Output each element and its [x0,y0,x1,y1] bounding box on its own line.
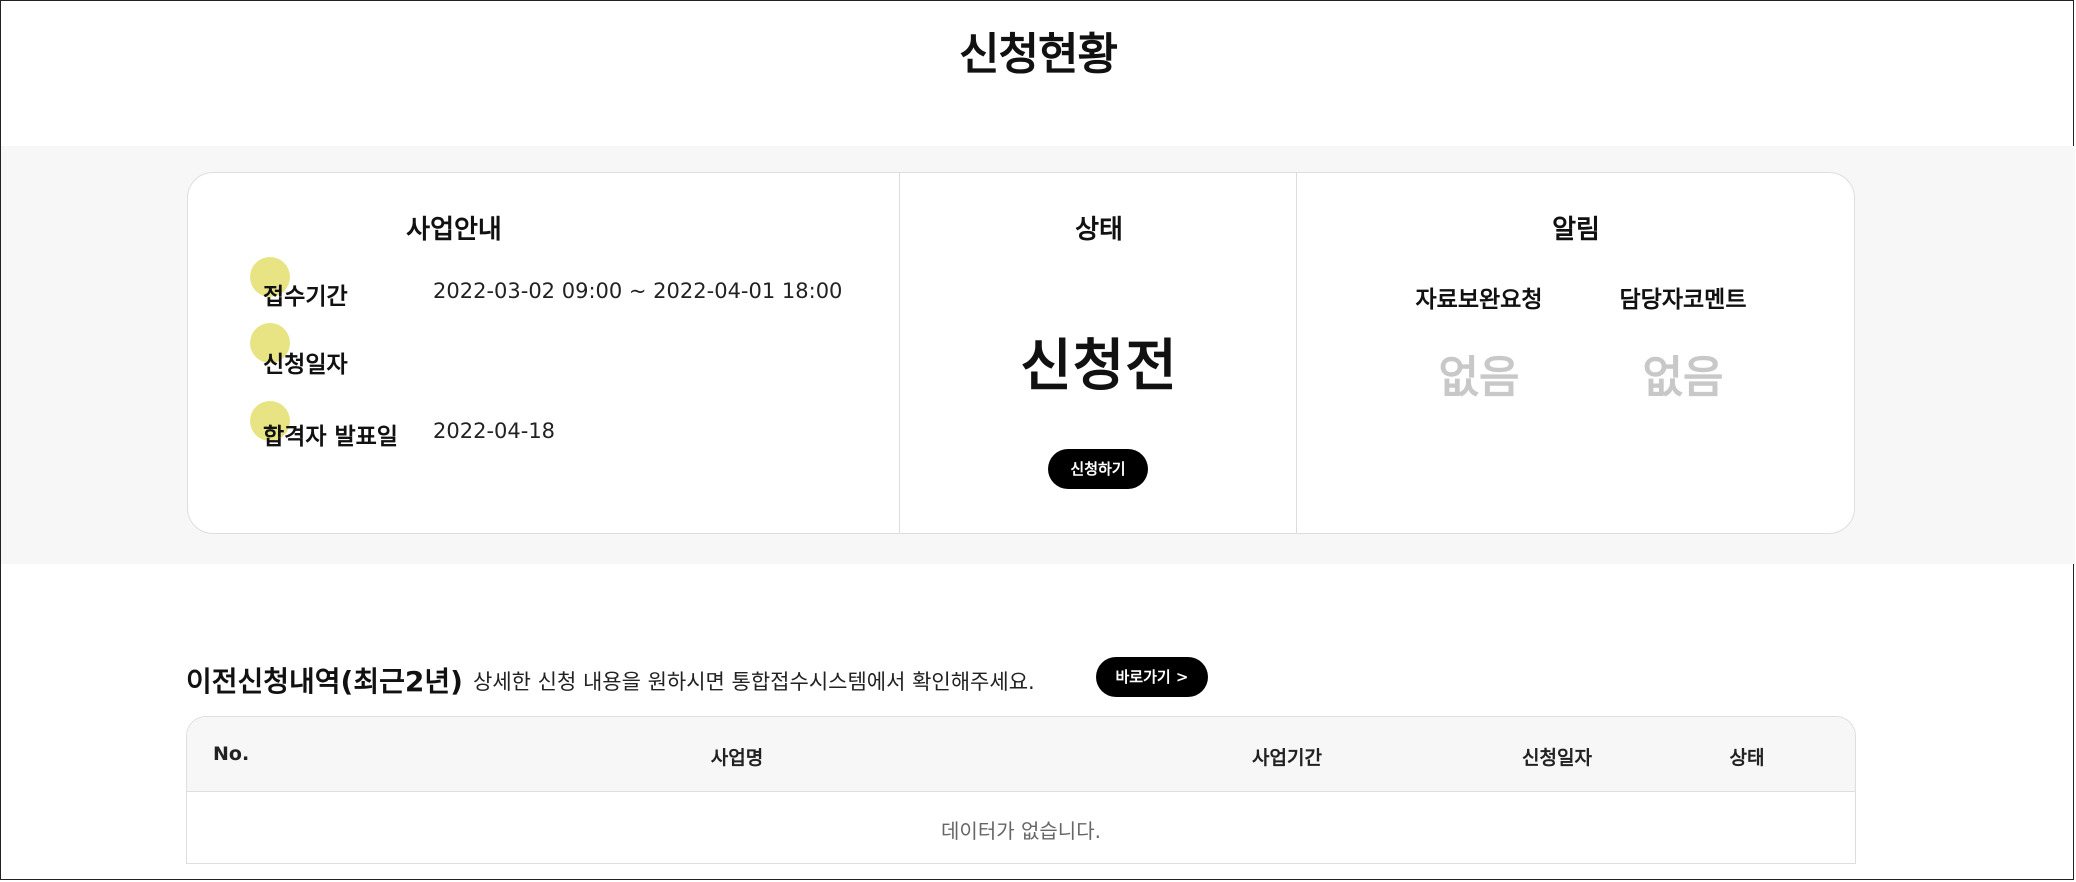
column-header-business-period: 사업기간 [1252,747,1322,769]
apply-button[interactable]: 신청하기 [1048,449,1148,489]
supplement-request-label: 자료보완요청 [1415,287,1543,313]
column-header-application-date: 신청일자 [1522,747,1592,769]
alerts-heading: 알림 [1552,215,1600,245]
manager-comment-label: 담당자코멘트 [1619,287,1747,313]
column-header-status: 상태 [1729,747,1765,769]
status-heading: 상태 [1075,215,1123,245]
reception-period-value: 2022-03-02 09:00 ~ 2022-04-01 18:00 [433,279,843,303]
application-date-label: 신청일자 [263,352,348,378]
business-info-heading: 사업안내 [406,215,502,245]
history-description: 상세한 신청 내용을 원하시면 통합접수시스템에서 확인해주세요. [473,670,1035,694]
status-value: 신청전 [1020,334,1178,399]
table-row: 데이터가 없습니다. [187,791,1855,864]
manager-comment-value: 없음 [1642,352,1724,403]
history-table: No. 사업명 사업기간 신청일자 상태 데이터가 없습니다. [186,716,1856,864]
column-header-business-name: 사업명 [710,747,764,769]
reception-period-label: 접수기간 [263,284,348,310]
announcement-date-label: 합격자 발표일 [263,424,398,450]
supplement-request-value: 없음 [1438,352,1520,403]
status-card: 사업안내 접수기간 2022-03-02 09:00 ~ 2022-04-01 … [187,172,1855,534]
goto-button[interactable]: 바로가기 > [1096,657,1208,697]
empty-message: 데이터가 없습니다. [941,819,1101,843]
announcement-date-value: 2022-04-18 [433,419,556,443]
table-header: No. 사업명 사업기간 신청일자 상태 [187,717,1855,792]
column-header-no: No. [213,743,250,765]
history-title: 이전신청내역(최근2년) [186,665,463,698]
page-title: 신청현황 [959,29,1118,80]
